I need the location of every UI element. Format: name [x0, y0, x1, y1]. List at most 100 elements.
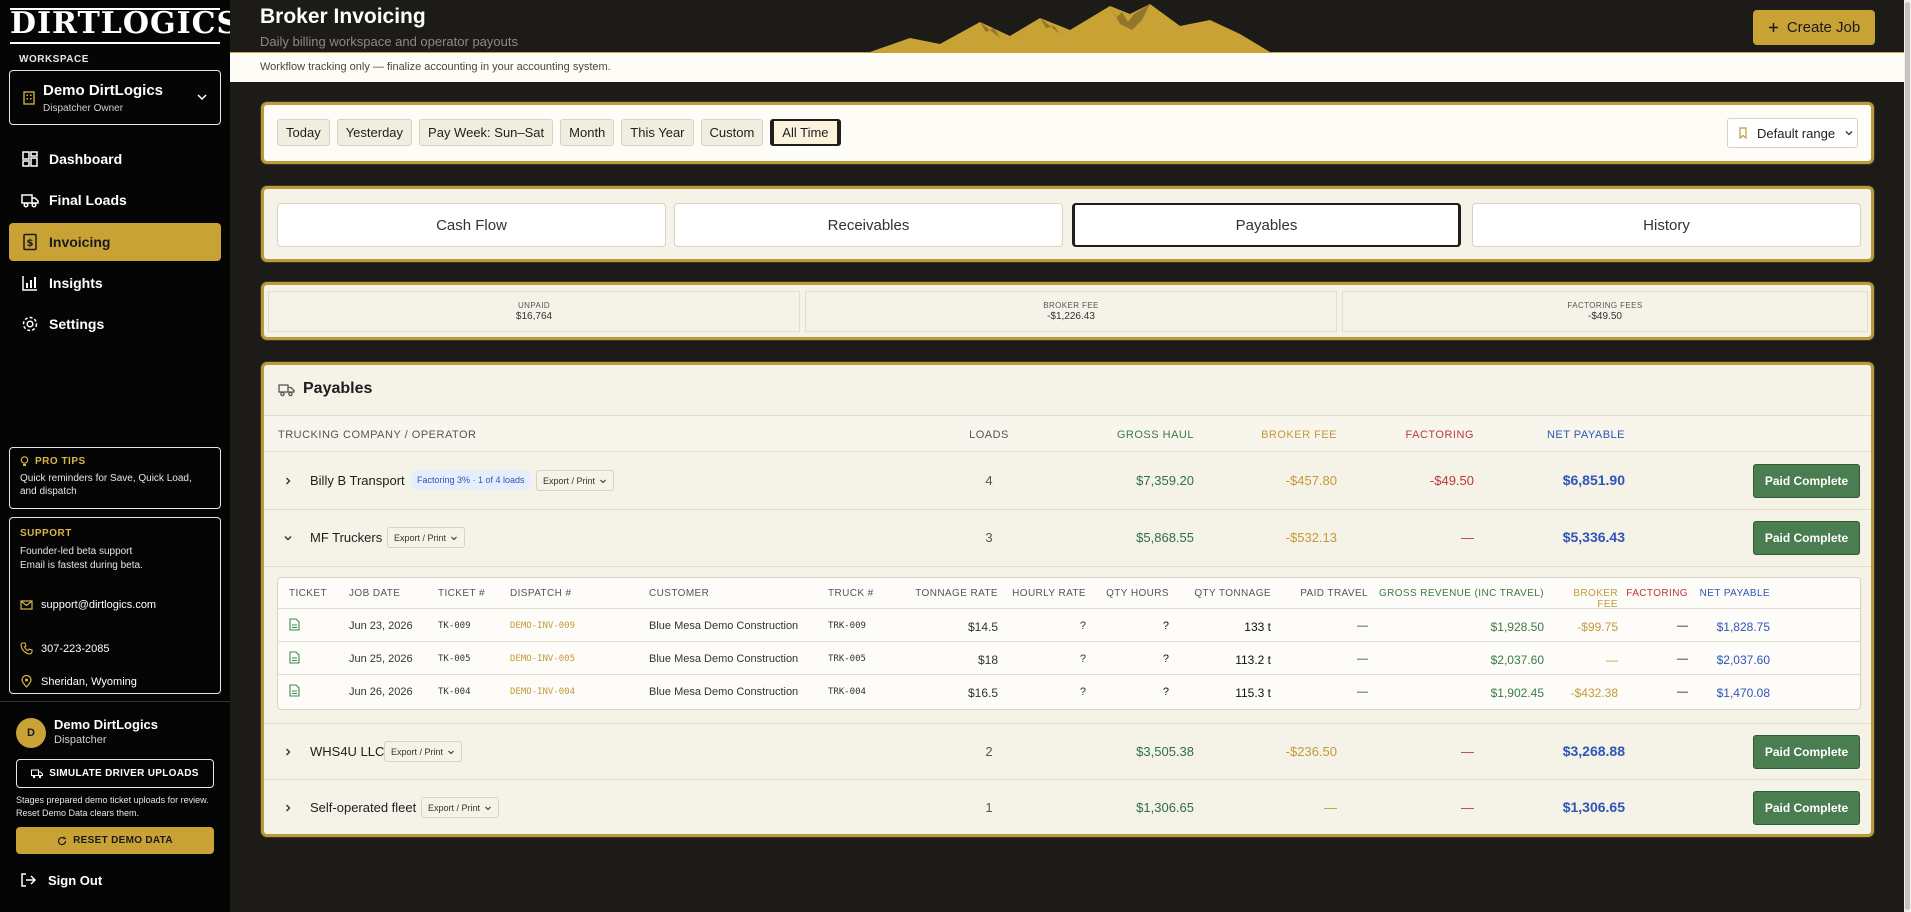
- range-yesterday-button[interactable]: Yesterday: [336, 119, 413, 146]
- factoring-value: —: [1461, 530, 1474, 545]
- range-today-button[interactable]: Today: [277, 119, 330, 146]
- broker-fee-value: —: [1324, 800, 1337, 815]
- tab-cash-flow[interactable]: Cash Flow: [277, 203, 666, 247]
- operator-name: WHS4U LLC: [310, 744, 385, 759]
- range-month-button[interactable]: Month: [560, 119, 615, 146]
- customer-name: Blue Mesa Demo Construction: [649, 653, 799, 665]
- operator-row[interactable]: MF Truckers Export / Print 3 $5,868.55 -…: [264, 510, 1871, 567]
- col-qty-hours: QTY HOURS: [1106, 588, 1169, 599]
- simulate-label: SIMULATE DRIVER UPLOADS: [49, 768, 199, 779]
- summary-factoring-fees: FACTORING FEES -$49.50: [1342, 291, 1868, 332]
- ticket-row[interactable]: Jun 26, 2026 TK-004 DEMO-INV-004 Blue Me…: [278, 675, 1860, 708]
- col-gross-haul[interactable]: GROSS HAUL: [1094, 429, 1194, 441]
- plus-icon: [1768, 23, 1778, 32]
- nav-settings[interactable]: Settings: [9, 305, 221, 343]
- support-email-link[interactable]: support@dirtlogics.com: [20, 598, 156, 611]
- gross-haul-value: $7,359.20: [1136, 473, 1194, 488]
- range-this-year-button[interactable]: This Year: [621, 119, 694, 146]
- truck-number: TRK-005: [828, 654, 866, 664]
- export-print-button[interactable]: Export / Print: [384, 741, 463, 762]
- tab-history[interactable]: History: [1472, 203, 1861, 247]
- chevron-right-icon[interactable]: [282, 746, 294, 758]
- phone-icon: [20, 642, 33, 655]
- range-custom-button[interactable]: Custom: [700, 119, 764, 146]
- chevron-down-icon[interactable]: [282, 532, 294, 544]
- col-detail-net-payable: NET PAYABLE: [1699, 588, 1770, 599]
- range-all-time-button[interactable]: All Time: [770, 119, 841, 146]
- detail-factoring: —: [1677, 620, 1688, 632]
- col-detail-factoring: FACTORING: [1626, 588, 1688, 599]
- support-location-text: Sheridan, Wyoming: [41, 675, 137, 688]
- col-factoring[interactable]: FACTORING: [1384, 429, 1474, 441]
- dispatch-number-link[interactable]: DEMO-INV-009: [510, 621, 575, 631]
- document-icon[interactable]: [289, 618, 300, 631]
- map-pin-icon: [21, 675, 32, 688]
- chevron-down-icon: [448, 750, 454, 754]
- tonnage-rate: $14.5: [967, 620, 998, 634]
- workspace-selector[interactable]: Demo DirtLogics Dispatcher Owner: [9, 70, 221, 125]
- chevron-right-icon[interactable]: [282, 475, 294, 487]
- dispatch-number-link[interactable]: DEMO-INV-004: [510, 687, 575, 697]
- paid-complete-button[interactable]: Paid Complete: [1753, 735, 1860, 769]
- page-title: Broker Invoicing: [260, 5, 426, 28]
- user-name: Demo DirtLogics: [54, 717, 159, 732]
- nav-dashboard[interactable]: Dashboard: [9, 140, 221, 178]
- reset-demo-data-button[interactable]: RESET DEMO DATA: [16, 827, 214, 854]
- support-location: Sheridan, Wyoming: [20, 675, 137, 688]
- document-icon[interactable]: [289, 684, 300, 697]
- paid-complete-button[interactable]: Paid Complete: [1753, 521, 1860, 555]
- dispatch-number-link[interactable]: DEMO-INV-005: [510, 654, 575, 664]
- detail-net-payable: $1,828.75: [1716, 620, 1770, 634]
- payables-table-header: TRUCKING COMPANY / OPERATOR LOADS GROSS …: [264, 415, 1871, 452]
- summary-unpaid: UNPAID $16,764: [268, 291, 800, 332]
- dirtlogics-logo[interactable]: DIRTLOGICS: [10, 6, 238, 46]
- nav-insights[interactable]: Insights: [9, 264, 221, 302]
- col-loads[interactable]: LOADS: [954, 429, 1024, 441]
- gross-revenue: $1,902.45: [1490, 686, 1544, 700]
- ticket-row[interactable]: Jun 25, 2026 TK-005 DEMO-INV-005 Blue Me…: [278, 642, 1860, 675]
- pro-tips-card[interactable]: PRO TIPS Quick reminders for Save, Quick…: [9, 447, 221, 509]
- truck-number: TRK-004: [828, 687, 866, 697]
- tab-payables[interactable]: Payables: [1072, 203, 1461, 247]
- col-net-payable[interactable]: NET PAYABLE: [1524, 429, 1625, 441]
- divider: [0, 701, 230, 702]
- loads-count: 4: [985, 473, 993, 488]
- ticket-number: TK-004: [438, 687, 471, 697]
- net-payable-value: $6,851.90: [1562, 472, 1625, 488]
- nav-invoicing[interactable]: $ Invoicing: [9, 223, 221, 261]
- dashboard-icon: [22, 151, 38, 167]
- factoring-value: —: [1461, 744, 1474, 759]
- sign-out-button[interactable]: Sign Out: [20, 872, 102, 888]
- loads-count: 1: [985, 800, 993, 815]
- col-tonnage-rate: TONNAGE RATE: [915, 588, 998, 599]
- range-pay-week-button[interactable]: Pay Week: Sun–Sat: [419, 119, 554, 146]
- default-range-dropdown[interactable]: Default range: [1727, 118, 1858, 148]
- support-phone-link[interactable]: 307-223-2085: [20, 642, 110, 655]
- tab-receivables[interactable]: Receivables: [674, 203, 1063, 247]
- nav-final-loads[interactable]: Final Loads: [9, 181, 221, 219]
- operator-row[interactable]: Self-operated fleet Export / Print 1 $1,…: [264, 780, 1871, 837]
- ticket-number: TK-005: [438, 654, 471, 664]
- ticket-detail-table: TICKET JOB DATE TICKET # DISPATCH # CUST…: [277, 577, 1861, 710]
- col-operator[interactable]: TRUCKING COMPANY / OPERATOR: [278, 429, 477, 441]
- document-icon[interactable]: [289, 651, 300, 664]
- paid-complete-button[interactable]: Paid Complete: [1753, 791, 1860, 825]
- export-print-button[interactable]: Export / Print: [421, 797, 500, 818]
- scrollbar-thumb[interactable]: [1905, 2, 1910, 910]
- ticket-row[interactable]: Jun 23, 2026 TK-009 DEMO-INV-009 Blue Me…: [278, 609, 1860, 642]
- qty-tonnage: 113.2 t: [1235, 653, 1271, 667]
- export-print-label: Export / Print: [391, 746, 444, 757]
- export-print-button[interactable]: Export / Print: [536, 470, 615, 491]
- operator-row[interactable]: WHS4U LLC Export / Print 2 $3,505.38 -$2…: [264, 723, 1871, 780]
- export-print-button[interactable]: Export / Print: [387, 527, 466, 548]
- col-paid-travel: PAID TRAVEL: [1300, 588, 1368, 599]
- create-job-button[interactable]: Create Job: [1753, 10, 1875, 45]
- col-broker-fee[interactable]: BROKER FEE: [1244, 429, 1337, 441]
- simulate-driver-uploads-button[interactable]: SIMULATE DRIVER UPLOADS: [16, 759, 214, 788]
- operator-row[interactable]: Billy B Transport Factoring 3% · 1 of 4 …: [264, 453, 1871, 510]
- col-gross-revenue: GROSS REVENUE (INC TRAVEL): [1378, 588, 1544, 599]
- user-role: Dispatcher: [54, 734, 107, 746]
- support-phone: 307-223-2085: [41, 642, 110, 655]
- paid-complete-button[interactable]: Paid Complete: [1753, 464, 1860, 498]
- chevron-right-icon[interactable]: [282, 802, 294, 814]
